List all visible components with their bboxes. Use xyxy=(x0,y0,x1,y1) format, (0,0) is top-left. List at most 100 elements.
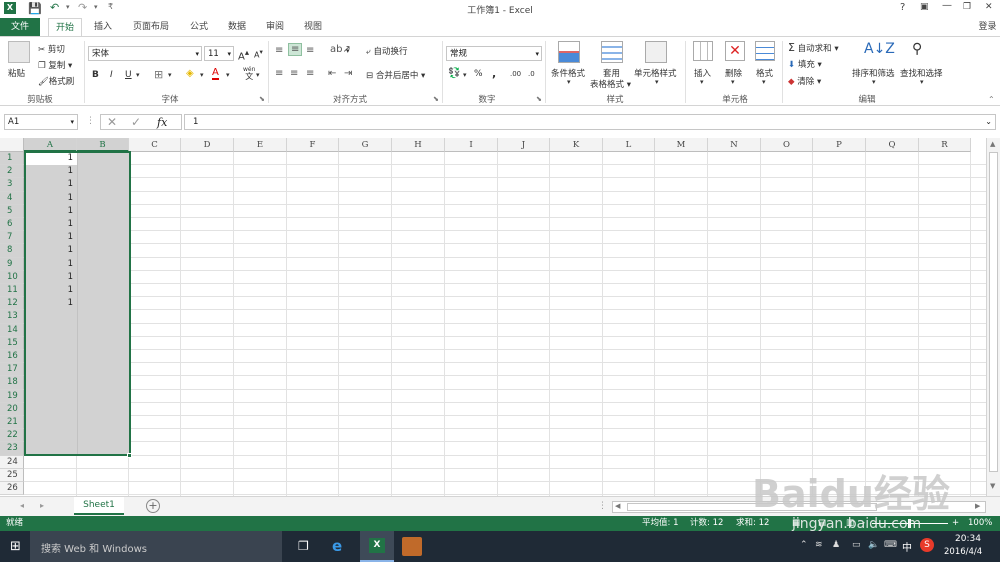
column-header-c[interactable]: C xyxy=(129,138,181,152)
confirm-entry-icon[interactable]: ✓ xyxy=(131,115,141,130)
row-header-6[interactable]: 6 xyxy=(0,218,24,232)
row-header-23[interactable]: 23 xyxy=(0,442,24,456)
row-header-11[interactable]: 11 xyxy=(0,284,24,298)
column-header-f[interactable]: F xyxy=(287,138,339,152)
cell-a11[interactable]: 1 xyxy=(25,284,76,297)
font-dialog-launcher-icon[interactable]: ⬊ xyxy=(259,95,265,103)
orientation-dropdown-icon[interactable]: ▾ xyxy=(346,47,350,55)
font-color-icon[interactable]: A xyxy=(212,68,219,80)
paste-button[interactable]: 粘贴 xyxy=(8,67,25,79)
scroll-right-icon[interactable]: ▶ xyxy=(975,502,980,510)
cancel-entry-icon[interactable]: ✕ xyxy=(107,115,117,130)
borders-dropdown-icon[interactable]: ▾ xyxy=(168,71,172,79)
worksheet-grid[interactable]: ABCDEFGHIJKLMNOPQR 1 2 3 4 5 6 7 8 9 10 11 12 13 14 15… xyxy=(0,138,986,496)
tab-view[interactable]: 视图 xyxy=(298,18,328,36)
battery-icon[interactable]: ▭ xyxy=(852,540,861,550)
font-size-combobox[interactable]: 11 ▾ xyxy=(204,46,234,61)
row-header-26[interactable]: 26 xyxy=(0,482,24,496)
chevron-down-icon[interactable]: ▾ xyxy=(567,78,571,86)
alignment-dialog-launcher-icon[interactable]: ⬊ xyxy=(433,95,439,103)
number-format-combobox[interactable]: 常规 ▾ xyxy=(446,46,542,61)
scroll-left-icon[interactable]: ◀ xyxy=(615,502,620,510)
fill-button[interactable]: ⬇ 填充 ▾ xyxy=(788,58,822,70)
borders-icon[interactable]: ⊞ xyxy=(154,68,163,81)
scroll-up-icon[interactable]: ▲ xyxy=(990,140,995,148)
cell-a2[interactable]: 1 xyxy=(25,165,76,178)
task-view-icon[interactable]: ❐ xyxy=(298,539,309,553)
column-header-e[interactable]: E xyxy=(234,138,287,152)
restore-button[interactable]: ❐ xyxy=(963,2,971,12)
chevron-down-icon[interactable]: ▾ xyxy=(872,78,876,86)
row-header-16[interactable]: 16 xyxy=(0,350,24,364)
row-header-24[interactable]: 24 xyxy=(0,455,24,469)
phonetic-button[interactable]: wén 文 xyxy=(243,66,255,81)
row-header-5[interactable]: 5 xyxy=(0,204,24,218)
italic-button[interactable]: I xyxy=(110,70,113,80)
autosum-button[interactable]: Σ 自动求和 ▾ xyxy=(788,41,839,54)
column-header-b[interactable]: B xyxy=(77,138,129,152)
tab-home[interactable]: 开始 xyxy=(48,18,82,36)
column-header-g[interactable]: G xyxy=(339,138,392,152)
binoculars-icon[interactable]: ⚲ xyxy=(912,41,922,57)
row-header-12[interactable]: 12 xyxy=(0,297,24,311)
cell-a12[interactable]: 1 xyxy=(25,297,76,310)
chevron-down-icon[interactable]: ▾ xyxy=(762,78,766,86)
underline-dropdown-icon[interactable]: ▾ xyxy=(136,71,140,79)
fill-color-icon[interactable]: ◈ xyxy=(186,68,194,79)
scrollbar-thumb[interactable] xyxy=(989,152,998,472)
grow-font-button[interactable]: A▴ xyxy=(238,47,249,62)
tab-split-handle[interactable]: ⋮ xyxy=(598,501,607,511)
cell-a8[interactable]: 1 xyxy=(25,244,76,257)
column-header-p[interactable]: P xyxy=(813,138,866,152)
decrease-decimal-button[interactable]: .0 xyxy=(528,70,535,78)
next-sheet-icon[interactable]: ▸ xyxy=(40,501,44,510)
cell-a10[interactable]: 1 xyxy=(25,271,76,284)
tab-formulas[interactable]: 公式 xyxy=(184,18,214,36)
cut-button[interactable]: ✂ 剪切 xyxy=(38,43,65,55)
cell-a4[interactable]: 1 xyxy=(25,192,76,205)
select-all-button[interactable] xyxy=(0,138,24,152)
fill-handle[interactable] xyxy=(127,453,132,458)
formula-input[interactable]: 1 ⌄ xyxy=(184,114,996,130)
chevron-down-icon[interactable]: ▾ xyxy=(731,78,735,86)
cell-styles-icon[interactable] xyxy=(645,41,667,63)
wifi-icon[interactable]: ≋ xyxy=(815,540,823,550)
phonetic-dropdown-icon[interactable]: ▾ xyxy=(256,71,260,79)
row-header-20[interactable]: 20 xyxy=(0,402,24,416)
merge-center-button[interactable]: ⊟ 合并后居中 ▾ xyxy=(366,69,425,81)
align-right-icon[interactable]: ≡ xyxy=(306,68,314,79)
fill-dropdown-icon[interactable]: ▾ xyxy=(200,71,204,79)
sheet-tab-sheet1[interactable]: Sheet1 xyxy=(74,497,124,515)
row-header-2[interactable]: 2 xyxy=(0,165,24,179)
percent-button[interactable]: % xyxy=(474,69,483,79)
new-sheet-button[interactable]: + xyxy=(146,499,160,513)
tab-page-layout[interactable]: 页面布局 xyxy=(128,18,174,36)
column-header-m[interactable]: M xyxy=(655,138,708,152)
decrease-indent-icon[interactable]: ⇤ xyxy=(328,68,336,79)
row-header-8[interactable]: 8 xyxy=(0,244,24,258)
people-icon[interactable]: ♟ xyxy=(832,540,840,550)
column-header-k[interactable]: K xyxy=(550,138,603,152)
ime-indicator[interactable]: 中 xyxy=(902,539,912,554)
cell-a1[interactable]: 1 xyxy=(25,152,76,165)
font-name-combobox[interactable]: 宋体 ▾ xyxy=(88,46,202,61)
copy-button[interactable]: ❐ 复制 ▾ xyxy=(38,59,72,71)
accounting-dropdown-icon[interactable]: ▾ xyxy=(463,71,467,79)
vertical-scrollbar[interactable]: ▲ ▼ xyxy=(986,138,1000,496)
cell-a5[interactable]: 1 xyxy=(25,205,76,218)
row-header-15[interactable]: 15 xyxy=(0,336,24,350)
format-as-table-button-line2[interactable]: 表格格式 ▾ xyxy=(590,78,631,90)
close-button[interactable]: ✕ xyxy=(985,2,993,12)
shrink-font-button[interactable]: A▾ xyxy=(254,48,263,60)
row-header-21[interactable]: 21 xyxy=(0,416,24,430)
more-options-icon[interactable]: ⋮ xyxy=(86,116,95,126)
format-painter-button[interactable]: 🖌格式刷 xyxy=(38,75,74,87)
clock-time[interactable]: 20:34 xyxy=(948,534,988,544)
row-header-14[interactable]: 14 xyxy=(0,323,24,337)
accounting-format-icon[interactable]: 💱 xyxy=(448,68,460,79)
increase-indent-icon[interactable]: ⇥ xyxy=(344,68,352,79)
prev-sheet-icon[interactable]: ◂ xyxy=(20,501,24,510)
search-box[interactable]: 搜索 Web 和 Windows xyxy=(30,531,282,562)
sign-in-link[interactable]: 登录 xyxy=(975,18,1000,36)
cell-a7[interactable]: 1 xyxy=(25,231,76,244)
